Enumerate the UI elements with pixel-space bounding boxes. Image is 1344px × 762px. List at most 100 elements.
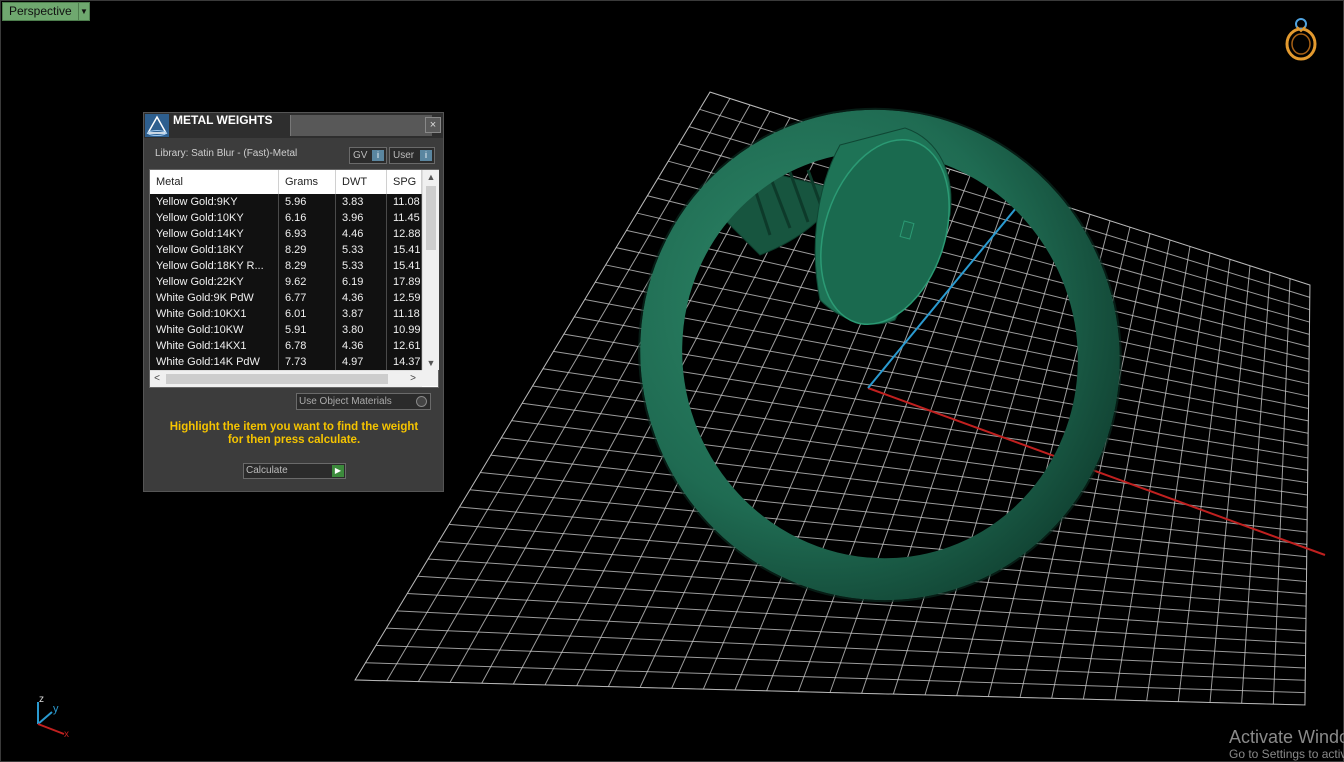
metal-cell: White Gold:10KW: [150, 322, 279, 338]
axis-gizmo: z y x: [37, 694, 69, 740]
table-row[interactable]: White Gold:10KW 5.91 3.80 10.99: [150, 322, 422, 338]
close-icon[interactable]: ×: [425, 117, 441, 133]
dwt-cell: 5.33: [336, 258, 387, 274]
table-row[interactable]: Yellow Gold:18KY R... 8.29 5.33 15.41: [150, 258, 422, 274]
scroll-corner: [422, 370, 438, 386]
dwt-cell: 3.96: [336, 210, 387, 226]
grams-cell: 6.16: [279, 210, 336, 226]
spg-cell: 15.41: [387, 242, 422, 258]
spg-cell: 10.99: [387, 322, 422, 338]
help-text: Highlight the item you want to find the …: [158, 421, 430, 447]
chevron-down-icon[interactable]: ▼: [78, 2, 90, 21]
metal-cell: White Gold:14KX1: [150, 338, 279, 354]
metal-cell: Yellow Gold:9KY: [150, 194, 279, 210]
table-row[interactable]: Yellow Gold:10KY 6.16 3.96 11.45: [150, 210, 422, 226]
grams-cell: 6.77: [279, 290, 336, 306]
library-label: Library: Satin Blur - (Fast)-Metal: [155, 148, 298, 159]
use-object-materials-toggle[interactable]: Use Object Materials: [296, 393, 431, 410]
column-header-spg[interactable]: SPG: [387, 170, 422, 194]
watermark-subtitle: Go to Settings to activate Windows.: [1229, 747, 1344, 761]
table-row[interactable]: Yellow Gold:18KY 8.29 5.33 15.41: [150, 242, 422, 258]
user-label: User: [393, 150, 415, 161]
axis-x-label: x: [64, 729, 69, 740]
grams-cell: 7.73: [279, 354, 336, 370]
activate-windows-watermark: Activate Windows Go to Settings to activ…: [1229, 727, 1344, 762]
panel-title: METAL WEIGHTS: [173, 113, 273, 127]
chevron-down-icon[interactable]: ▼: [423, 356, 439, 370]
grams-cell: 8.29: [279, 258, 336, 274]
axis-z-label: z: [39, 694, 44, 705]
grams-cell: 6.01: [279, 306, 336, 322]
dwt-cell: 3.83: [336, 194, 387, 210]
spg-cell: 17.89: [387, 274, 422, 290]
dwt-cell: 4.46: [336, 226, 387, 242]
toggle-knob-icon: i: [372, 150, 384, 161]
metal-cell: White Gold:9K PdW: [150, 290, 279, 306]
table-body: Yellow Gold:9KY 5.96 3.83 11.08 Yellow G…: [150, 194, 422, 370]
toggle-knob-icon: i: [420, 150, 432, 161]
table-row[interactable]: White Gold:14KX1 6.78 4.36 12.61: [150, 338, 422, 354]
metal-cell: Yellow Gold:18KY: [150, 242, 279, 258]
spg-cell: 12.59: [387, 290, 422, 306]
dwt-cell: 3.87: [336, 306, 387, 322]
scroll-thumb[interactable]: [426, 186, 436, 250]
vertical-scrollbar[interactable]: ▲ ▼: [422, 170, 439, 370]
ring-icon[interactable]: [1280, 14, 1322, 62]
use-object-materials-label: Use Object Materials: [299, 396, 392, 407]
column-header-dwt[interactable]: DWT: [336, 170, 387, 194]
grams-cell: 8.29: [279, 242, 336, 258]
chevron-up-icon[interactable]: ▲: [423, 170, 439, 184]
title-tab: [290, 115, 432, 136]
rhino-pyramid-icon: [145, 114, 169, 137]
help-text-line: for then press calculate.: [227, 434, 361, 446]
scroll-thumb[interactable]: [166, 374, 388, 384]
column-header-grams[interactable]: Grams: [279, 170, 336, 194]
spg-cell: 12.88: [387, 226, 422, 242]
table-header: Metal Grams DWT SPG: [150, 170, 422, 194]
viewport-label[interactable]: Perspective: [2, 2, 79, 21]
grams-cell: 5.96: [279, 194, 336, 210]
help-text-line: Highlight the item you want to find the …: [169, 421, 419, 433]
dwt-cell: 4.36: [336, 290, 387, 306]
table-row[interactable]: White Gold:14K PdW 7.73 4.97 14.37: [150, 354, 422, 370]
grams-cell: 9.62: [279, 274, 336, 290]
watermark-title: Activate Windows: [1229, 727, 1344, 747]
radio-icon[interactable]: [416, 396, 427, 407]
spg-cell: 15.41: [387, 258, 422, 274]
grams-cell: 5.91: [279, 322, 336, 338]
spg-cell: 14.37: [387, 354, 422, 370]
horizontal-scrollbar[interactable]: < >: [150, 370, 422, 387]
metal-cell: Yellow Gold:18KY R...: [150, 258, 279, 274]
column-header-metal[interactable]: Metal: [150, 170, 279, 194]
spg-cell: 12.61: [387, 338, 422, 354]
metal-cell: Yellow Gold:10KY: [150, 210, 279, 226]
play-icon: ▶: [332, 465, 344, 477]
grams-cell: 6.93: [279, 226, 336, 242]
spg-cell: 11.18: [387, 306, 422, 322]
table-row[interactable]: Yellow Gold:9KY 5.96 3.83 11.08: [150, 194, 422, 210]
table-row[interactable]: White Gold:10KX1 6.01 3.87 11.18: [150, 306, 422, 322]
dwt-cell: 4.36: [336, 338, 387, 354]
table-row[interactable]: Yellow Gold:22KY 9.62 6.19 17.89: [150, 274, 422, 290]
dwt-cell: 5.33: [336, 242, 387, 258]
calculate-label: Calculate: [246, 465, 288, 476]
calculate-button[interactable]: Calculate ▶: [243, 463, 346, 479]
chevron-right-icon[interactable]: >: [406, 371, 420, 387]
metal-cell: Yellow Gold:22KY: [150, 274, 279, 290]
user-toggle[interactable]: User i: [389, 147, 435, 164]
grams-cell: 6.78: [279, 338, 336, 354]
dwt-cell: 6.19: [336, 274, 387, 290]
gv-label: GV: [353, 150, 368, 161]
dwt-cell: 3.80: [336, 322, 387, 338]
chevron-left-icon[interactable]: <: [150, 371, 164, 387]
panel-header[interactable]: METAL WEIGHTS ×: [144, 113, 443, 138]
table-row[interactable]: Yellow Gold:14KY 6.93 4.46 12.88: [150, 226, 422, 242]
axis-y-label: y: [53, 703, 59, 715]
spg-cell: 11.08: [387, 194, 422, 210]
metal-table[interactable]: Metal Grams DWT SPG Yellow Gold:9KY 5.96…: [149, 169, 439, 388]
metal-cell: White Gold:14K PdW: [150, 354, 279, 370]
spg-cell: 11.45: [387, 210, 422, 226]
table-row[interactable]: White Gold:9K PdW 6.77 4.36 12.59: [150, 290, 422, 306]
metal-weights-panel: METAL WEIGHTS × Library: Satin Blur - (F…: [143, 112, 444, 492]
gv-toggle[interactable]: GV i: [349, 147, 387, 164]
